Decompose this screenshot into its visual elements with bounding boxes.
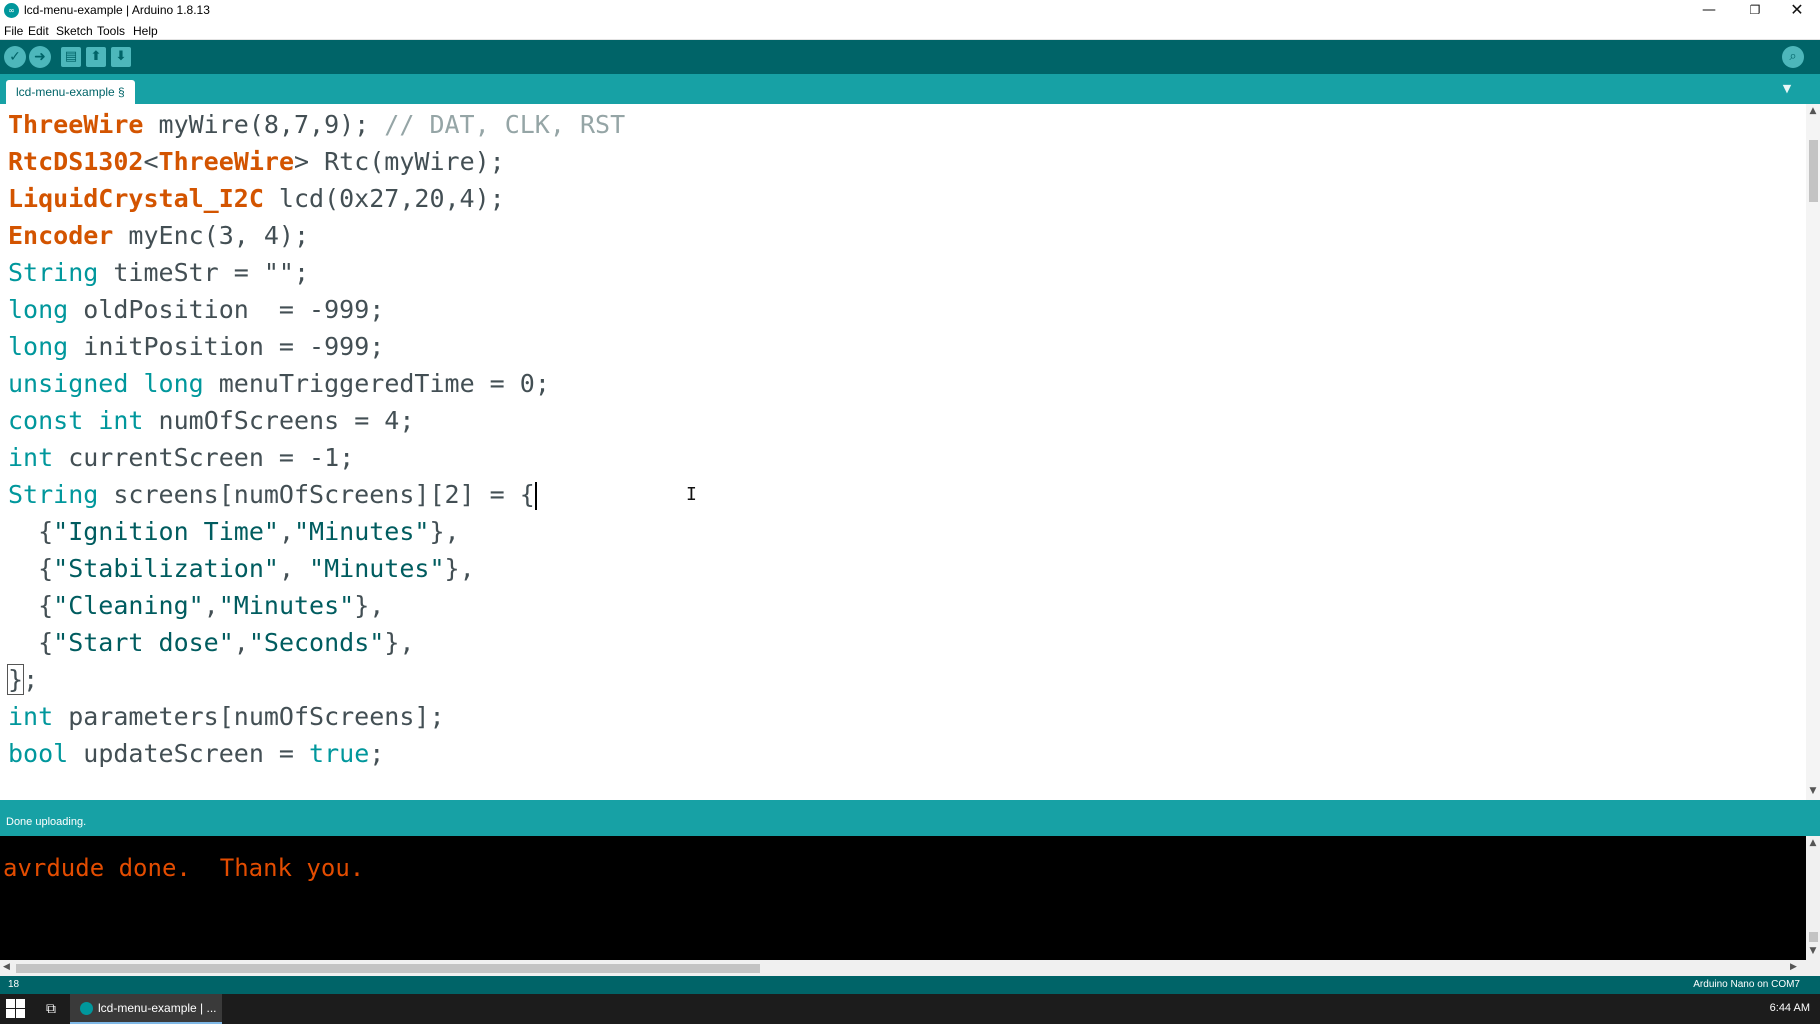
menu-edit[interactable]: Edit bbox=[28, 24, 49, 38]
code-line: {"Cleaning","Minutes"}, bbox=[8, 591, 385, 620]
tab-bar: lcd-menu-example § ▼ bbox=[0, 74, 1820, 104]
code-line: unsigned long menuTriggeredTime = 0; bbox=[8, 369, 550, 398]
code-line: String timeStr = ""; bbox=[8, 258, 310, 287]
new-sketch-icon[interactable]: ▤ bbox=[61, 47, 81, 67]
taskbar-item-label: lcd-menu-example | ... bbox=[98, 1001, 217, 1015]
scroll-right-icon[interactable]: ▶ bbox=[1790, 962, 1797, 972]
code-line: const int numOfScreens = 4; bbox=[8, 406, 415, 435]
console-horizontal-scrollbar[interactable]: ◀ ▶ bbox=[0, 960, 1820, 976]
minimize-button[interactable]: — bbox=[1686, 0, 1732, 22]
console-scroll-thumb[interactable] bbox=[1809, 932, 1818, 942]
verify-icon[interactable]: ✓ bbox=[4, 46, 26, 68]
maximize-button[interactable]: ❐ bbox=[1732, 0, 1778, 22]
upload-icon[interactable]: ➜ bbox=[29, 46, 51, 68]
window-title: lcd-menu-example | Arduino 1.8.13 bbox=[24, 3, 210, 17]
status-bar: Done uploading. bbox=[0, 800, 1820, 836]
code-line: {"Stabilization", "Minutes"}, bbox=[8, 554, 475, 583]
scroll-down-icon[interactable]: ▼ bbox=[1806, 786, 1820, 798]
code-line: long initPosition = -999; bbox=[8, 332, 385, 361]
menu-sketch[interactable]: Sketch bbox=[56, 24, 93, 38]
matching-brace: } bbox=[6, 664, 25, 695]
scroll-left-icon[interactable]: ◀ bbox=[3, 962, 10, 972]
serial-monitor-icon[interactable]: ⌕ bbox=[1782, 46, 1804, 68]
info-bar: 18 Arduino Nano on COM7 bbox=[0, 976, 1820, 994]
code-line-current: String screens[numOfScreens][2] = { bbox=[8, 480, 537, 510]
windows-start-icon[interactable] bbox=[6, 999, 26, 1019]
code-line: ThreeWire myWire(8,7,9); // DAT, CLK, RS… bbox=[8, 110, 626, 139]
code-line: LiquidCrystal_I2C lcd(0x27,20,4); bbox=[8, 184, 505, 213]
editor-scrollbar[interactable]: ▲ ▼ bbox=[1806, 104, 1820, 800]
code-line: bool updateScreen = true; bbox=[8, 739, 385, 768]
console-horizontal-thumb[interactable] bbox=[16, 964, 760, 973]
arduino-app-icon bbox=[80, 1002, 93, 1015]
code-line: {"Start dose","Seconds"}, bbox=[8, 628, 415, 657]
code-line: int currentScreen = -1; bbox=[8, 443, 355, 472]
line-number: 18 bbox=[8, 979, 20, 990]
open-sketch-icon[interactable]: ⬆ bbox=[86, 47, 106, 67]
tab-menu-icon[interactable]: ▼ bbox=[1778, 80, 1796, 98]
taskbar-item-arduino[interactable]: lcd-menu-example | ... bbox=[70, 994, 222, 1024]
board-port-info: Arduino Nano on COM7 bbox=[1693, 979, 1800, 990]
title-bar: ∞ lcd-menu-example | Arduino 1.8.13 — ❐ … bbox=[0, 0, 1820, 22]
console-scrollbar[interactable]: ▲ ▼ bbox=[1806, 836, 1820, 960]
task-view-icon[interactable]: ⧉ bbox=[42, 1000, 60, 1018]
code-line: Encoder myEnc(3, 4); bbox=[8, 221, 310, 250]
code-editor[interactable]: ThreeWire myWire(8,7,9); // DAT, CLK, RS… bbox=[0, 104, 1806, 800]
scroll-up-icon[interactable]: ▲ bbox=[1806, 838, 1820, 848]
ibeam-cursor-icon: I bbox=[686, 484, 697, 505]
menu-file[interactable]: File bbox=[4, 24, 23, 38]
code-line: }; bbox=[6, 664, 39, 695]
toolbar: ✓ ➜ ▤ ⬆ ⬇ ⌕ bbox=[0, 40, 1820, 74]
code-line: long oldPosition = -999; bbox=[8, 295, 385, 324]
taskbar: ⧉ lcd-menu-example | ... 6:44 AM bbox=[0, 994, 1820, 1024]
console-line: avrdude done. Thank you. bbox=[3, 854, 365, 882]
close-button[interactable]: ✕ bbox=[1774, 0, 1820, 22]
code-line: {"Ignition Time","Minutes"}, bbox=[8, 517, 460, 546]
scroll-up-icon[interactable]: ▲ bbox=[1806, 106, 1820, 118]
console-output[interactable]: avrdude done. Thank you. bbox=[0, 836, 1806, 960]
status-message: Done uploading. bbox=[6, 816, 87, 828]
arduino-logo-icon: ∞ bbox=[4, 3, 19, 18]
tab-lcd-menu-example[interactable]: lcd-menu-example § bbox=[6, 80, 135, 104]
menu-bar: File Edit Sketch Tools Help bbox=[0, 22, 1820, 40]
code-line: int parameters[numOfScreens]; bbox=[8, 702, 445, 731]
scroll-down-icon[interactable]: ▼ bbox=[1806, 946, 1820, 956]
code-line: RtcDS1302<ThreeWire> Rtc(myWire); bbox=[8, 147, 505, 176]
text-caret bbox=[534, 482, 537, 510]
editor-scroll-thumb[interactable] bbox=[1809, 140, 1818, 202]
menu-help[interactable]: Help bbox=[133, 24, 158, 38]
menu-tools[interactable]: Tools bbox=[97, 24, 125, 38]
system-clock[interactable]: 6:44 AM bbox=[1770, 1002, 1810, 1014]
save-sketch-icon[interactable]: ⬇ bbox=[111, 47, 131, 67]
